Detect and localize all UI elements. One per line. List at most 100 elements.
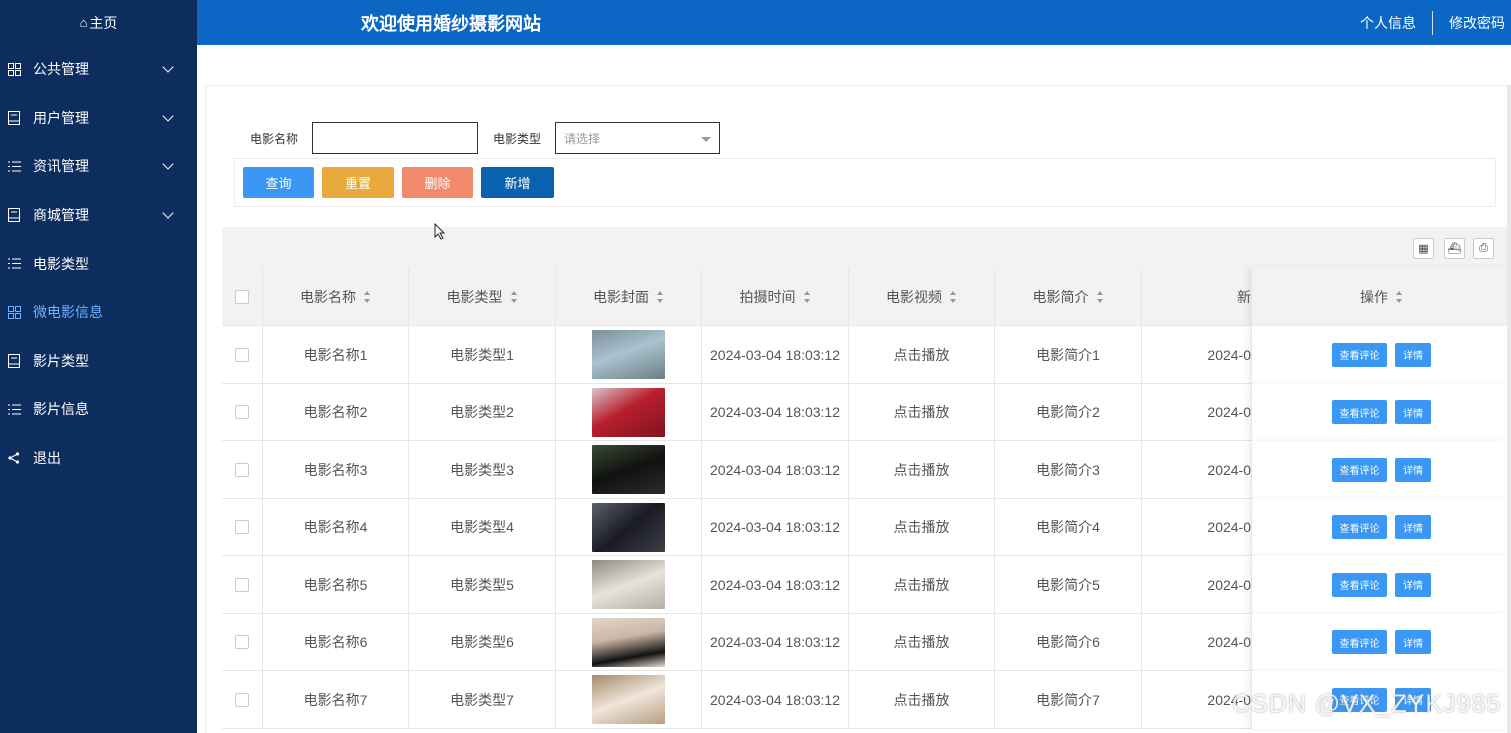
change-password-link[interactable]: 修改密码 [1449, 13, 1505, 33]
sidebar-item-label: 影片类型 [33, 352, 89, 369]
view-comments-button[interactable]: 查看评论 [1332, 572, 1387, 597]
row-checkbox[interactable] [235, 520, 249, 534]
col-header-truncated[interactable]: 新 [1142, 268, 1251, 326]
sidebar-item-label: 资讯管理 [33, 158, 89, 175]
cell-video-link[interactable]: 点击播放 [849, 556, 995, 613]
export-icon[interactable]: ⛴ [1444, 238, 1465, 259]
sort-icon[interactable] [510, 291, 518, 303]
table-row[interactable]: 电影名称1 电影类型1 2024-03-04 18:03:12 点击播放 电影简介1 20… [222, 326, 1511, 384]
detail-button[interactable]: 详情 [1395, 400, 1431, 425]
sort-icon[interactable] [803, 291, 811, 303]
cell-truncated: 2024-0 [1207, 404, 1251, 420]
sidebar-item-7[interactable]: 影片信息 [0, 385, 197, 434]
sidebar-item-2[interactable]: 资讯管理 [0, 142, 197, 191]
row-checkbox[interactable] [235, 577, 249, 592]
sort-icon[interactable] [1096, 291, 1104, 303]
profile-link[interactable]: 个人信息 [1360, 13, 1416, 33]
row-checkbox[interactable] [235, 692, 249, 707]
header-divider [1432, 10, 1433, 35]
cell-name: 电影名称5 [263, 556, 409, 613]
cell-type: 电影类型3 [409, 441, 556, 498]
cover-thumbnail[interactable] [592, 445, 665, 494]
col-header-intro[interactable]: 电影简介 [995, 268, 1142, 326]
row-checkbox[interactable] [235, 635, 249, 649]
col-header-name[interactable]: 电影名称 [263, 268, 409, 326]
row-actions: 查看评论 详情 [1251, 383, 1511, 441]
cell-video-link[interactable]: 点击播放 [849, 441, 995, 498]
table-row[interactable]: 电影名称3 电影类型3 2024-03-04 18:03:12 点击播放 电影简介3 20… [222, 441, 1511, 499]
sort-icon[interactable] [1396, 291, 1403, 303]
movie-type-label: 电影类型 [493, 132, 542, 146]
cell-video-link[interactable]: 点击播放 [849, 326, 995, 383]
page-scrollbar[interactable] [1507, 85, 1511, 733]
cell-intro: 电影简介5 [995, 556, 1142, 613]
cell-video-link[interactable]: 点击播放 [849, 613, 995, 671]
row-actions: 查看评论 详情 [1251, 613, 1511, 671]
col-header-time[interactable]: 拍摄时间 [702, 268, 849, 326]
col-header-cover[interactable]: 电影封面 [556, 268, 702, 326]
cover-thumbnail[interactable] [592, 617, 665, 667]
book-icon [7, 110, 21, 125]
col-header-type[interactable]: 电影类型 [409, 268, 556, 326]
cover-thumbnail[interactable] [592, 387, 665, 437]
cell-cover [556, 671, 702, 728]
cell-intro: 电影简介7 [995, 671, 1142, 728]
row-checkbox[interactable] [235, 462, 249, 477]
select-all-checkbox[interactable] [235, 290, 249, 304]
sidebar-item-6[interactable]: 影片类型 [0, 337, 197, 386]
print-icon[interactable]: ⎙ [1473, 238, 1494, 259]
detail-button[interactable]: 详情 [1395, 515, 1431, 540]
columns-filter-icon[interactable]: ▦ [1413, 238, 1434, 259]
home-link[interactable]: ⌂ 主页 [0, 0, 197, 45]
cell-time: 2024-03-04 18:03:12 [702, 556, 849, 613]
sidebar-item-label: 电影类型 [33, 255, 89, 272]
table-row[interactable]: 电影名称2 电影类型2 2024-03-04 18:03:12 点击播放 电影简介2 20… [222, 383, 1511, 441]
cover-thumbnail[interactable] [592, 675, 665, 724]
table-row[interactable]: 电影名称6 电影类型6 2024-03-04 18:03:12 点击播放 电影简介6 20… [222, 613, 1511, 671]
cell-video-link[interactable]: 点击播放 [849, 383, 995, 441]
data-table: ▦ ⛴ ⎙ 电影名称 电影类型 电影封面 拍摄时间 电影视频 电影简介 新 操作… [222, 227, 1511, 733]
detail-button[interactable]: 详情 [1395, 572, 1431, 597]
view-comments-button[interactable]: 查看评论 [1332, 457, 1387, 482]
row-checkbox[interactable] [235, 347, 249, 362]
add-button[interactable]: 新增 [481, 167, 554, 198]
sidebar-item-1[interactable]: 用户管理 [0, 94, 197, 143]
detail-button[interactable]: 详情 [1395, 457, 1431, 482]
cell-name: 电影名称7 [263, 671, 409, 728]
sidebar-item-4[interactable]: 电影类型 [0, 239, 197, 288]
detail-button[interactable]: 详情 [1395, 630, 1431, 655]
view-comments-button[interactable]: 查看评论 [1332, 400, 1387, 425]
table-row[interactable]: 电影名称4 电影类型4 2024-03-04 18:03:12 点击播放 电影简介4 20… [222, 498, 1511, 556]
sidebar-item-8[interactable]: 退出 [0, 434, 197, 483]
sidebar-item-3[interactable]: 商城管理 [0, 191, 197, 240]
col-header-actions[interactable]: 操作 [1251, 268, 1511, 326]
col-header-video[interactable]: 电影视频 [849, 268, 995, 326]
movie-name-input[interactable] [312, 122, 478, 154]
list-icon [7, 257, 21, 271]
table-row[interactable]: 电影名称5 电影类型5 2024-03-04 18:03:12 点击播放 电影简介5 20… [222, 556, 1511, 614]
sidebar-item-0[interactable]: 公共管理 [0, 45, 197, 94]
cell-truncated: 2024-0 [1207, 519, 1251, 535]
detail-button[interactable]: 详情 [1395, 342, 1431, 367]
cell-type: 电影类型5 [409, 556, 556, 613]
sort-icon[interactable] [364, 291, 371, 303]
delete-button[interactable]: 删除 [402, 167, 473, 198]
cell-video-link[interactable]: 点击播放 [849, 671, 995, 728]
cover-thumbnail[interactable] [592, 560, 665, 609]
row-checkbox-cell [222, 383, 263, 441]
reset-button[interactable]: 重置 [322, 167, 394, 198]
row-checkbox[interactable] [235, 405, 249, 419]
view-comments-button[interactable]: 查看评论 [1332, 630, 1387, 655]
cell-video-link[interactable]: 点击播放 [849, 498, 995, 556]
cover-thumbnail[interactable] [592, 330, 665, 379]
view-comments-button[interactable]: 查看评论 [1332, 342, 1387, 367]
movie-type-select[interactable]: 请选择 [555, 122, 720, 154]
cell-cover [556, 383, 702, 441]
sort-icon[interactable] [950, 291, 957, 303]
sort-icon[interactable] [657, 291, 664, 303]
cell-name: 电影名称3 [263, 441, 409, 498]
sidebar-item-5[interactable]: 微电影信息 [0, 288, 197, 337]
query-button[interactable]: 查询 [243, 167, 314, 198]
cover-thumbnail[interactable] [592, 502, 665, 552]
view-comments-button[interactable]: 查看评论 [1332, 515, 1387, 540]
